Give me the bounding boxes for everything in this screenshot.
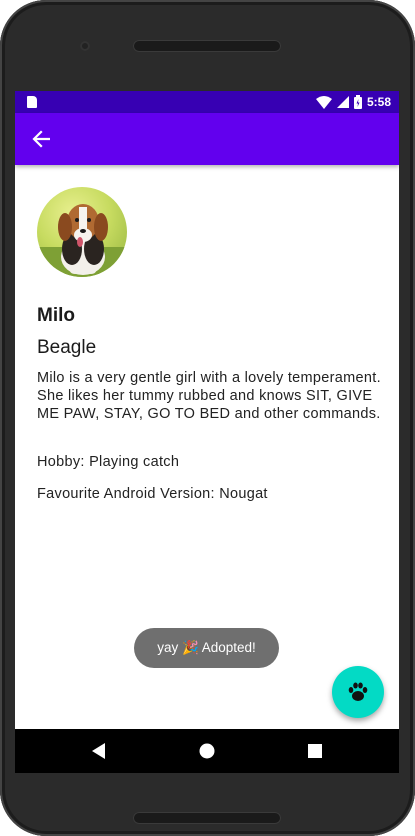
pet-breed: Beagle xyxy=(37,337,97,358)
toast-message: yay 🎉 Adopted! xyxy=(134,628,279,668)
nav-home-button[interactable] xyxy=(197,741,217,761)
nav-back-button[interactable] xyxy=(89,741,109,761)
navigation-bar xyxy=(15,729,399,773)
phone-frame: 5:58 Milo Beagle Milo is a very gentle g… xyxy=(0,0,415,836)
pet-name: Milo xyxy=(37,305,75,326)
wifi-icon xyxy=(315,95,332,109)
status-bar: 5:58 xyxy=(15,91,399,113)
home-circle-icon xyxy=(199,743,215,759)
recents-square-icon xyxy=(308,744,322,758)
arrow-back-icon xyxy=(32,130,50,148)
beagle-photo xyxy=(37,204,127,277)
bottom-speaker xyxy=(133,812,281,824)
back-triangle-icon xyxy=(92,743,105,759)
pet-hobby: Hobby: Playing catch xyxy=(37,454,180,470)
status-icons: 5:58 xyxy=(315,94,391,110)
adopt-fab-button[interactable] xyxy=(332,666,384,718)
screen: 5:58 Milo Beagle Milo is a very gentle g… xyxy=(15,91,399,773)
back-button[interactable] xyxy=(29,127,53,151)
pet-description: Milo is a very gentle girl with a lovely… xyxy=(37,370,381,422)
battery-icon xyxy=(353,95,362,109)
top-speaker xyxy=(133,40,281,52)
cell-signal-icon xyxy=(336,96,349,108)
front-camera xyxy=(80,41,90,51)
sd-card-icon xyxy=(27,96,37,108)
app-bar xyxy=(15,113,399,165)
status-time: 5:58 xyxy=(366,95,391,109)
toast-text: yay 🎉 Adopted! xyxy=(157,640,256,655)
pet-favourite-version: Favourite Android Version: Nougat xyxy=(37,486,268,502)
nav-recents-button[interactable] xyxy=(305,741,325,761)
pet-photo xyxy=(37,187,127,277)
paw-icon xyxy=(348,682,368,701)
